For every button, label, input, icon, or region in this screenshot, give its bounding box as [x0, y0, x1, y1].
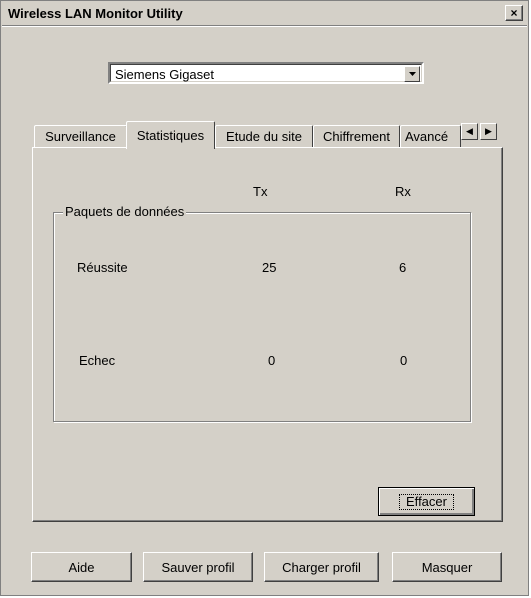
title-separator: [2, 25, 527, 27]
rx-header: Rx: [395, 184, 411, 199]
clear-button[interactable]: Effacer: [378, 487, 475, 516]
tab-surveillance[interactable]: Surveillance: [34, 125, 127, 147]
tx-header: Tx: [253, 184, 268, 199]
tab-etude-du-site[interactable]: Etude du site: [215, 125, 313, 147]
success-label: Réussite: [77, 260, 128, 275]
adapter-select-dropdown-button[interactable]: [404, 66, 420, 82]
group-label: Paquets de données: [63, 204, 187, 219]
failure-label: Echec: [79, 353, 116, 368]
load-profile-button[interactable]: Charger profil: [264, 552, 379, 582]
arrow-right-icon: ▶: [485, 126, 492, 136]
adapter-select[interactable]: Siemens Gigaset: [108, 62, 424, 84]
tab-scroll-left-button[interactable]: ◀: [461, 123, 478, 140]
adapter-select-value: Siemens Gigaset: [115, 67, 214, 82]
chevron-down-icon: [408, 72, 416, 76]
close-button[interactable]: ×: [505, 5, 523, 21]
tab-statistiques[interactable]: Statistiques: [126, 121, 215, 149]
save-profile-button[interactable]: Sauver profil: [143, 552, 253, 582]
failure-tx-value: 0: [268, 353, 276, 368]
hide-button[interactable]: Masquer: [392, 552, 502, 582]
statistics-panel: Tx Rx Paquets de données Réussite 25 6 E…: [32, 147, 503, 522]
arrow-left-icon: ◀: [466, 126, 473, 136]
main-window: Wireless LAN Monitor Utility × Siemens G…: [0, 0, 529, 596]
success-rx-value: 6: [399, 260, 407, 275]
failure-rx-value: 0: [400, 353, 408, 368]
help-button[interactable]: Aide: [31, 552, 132, 582]
success-tx-value: 25: [262, 260, 277, 275]
tab-chiffrement[interactable]: Chiffrement: [313, 125, 400, 147]
tab-avance[interactable]: Avancé: [400, 125, 461, 147]
tab-scroll-right-button[interactable]: ▶: [480, 123, 497, 140]
close-icon: ×: [510, 6, 518, 20]
data-packets-group: Paquets de données Réussite 25 6 Echec 0…: [53, 204, 471, 422]
title-bar[interactable]: Wireless LAN Monitor Utility ×: [2, 2, 527, 24]
window-title: Wireless LAN Monitor Utility: [8, 5, 183, 21]
